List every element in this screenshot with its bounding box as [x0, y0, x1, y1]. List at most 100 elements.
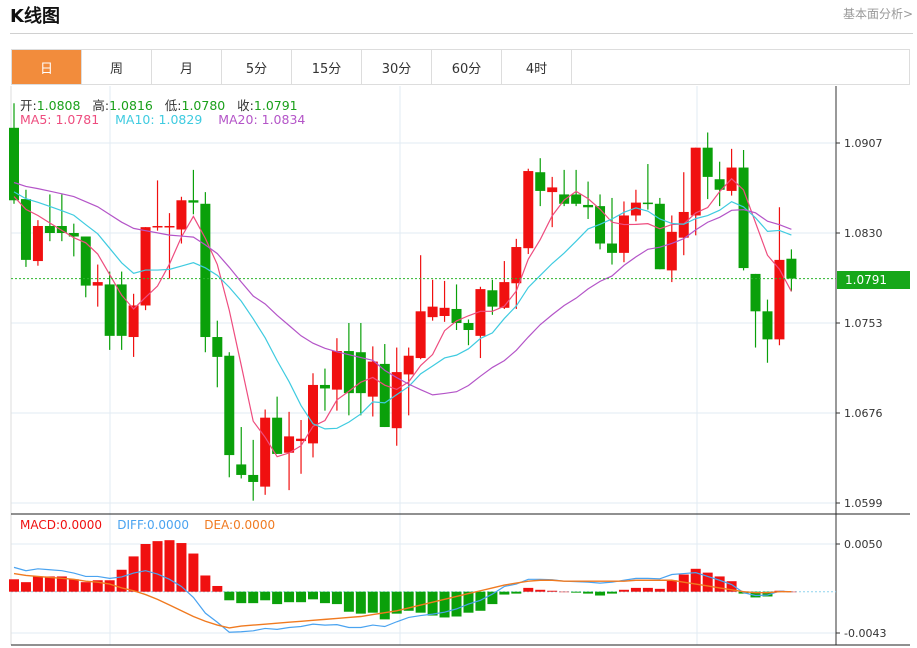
candle-body: [607, 243, 617, 253]
macd-bar: [571, 591, 582, 593]
macd-bar: [212, 585, 223, 592]
macd-tick-label: 0.0050: [844, 538, 883, 551]
candle-body: [702, 147, 713, 177]
candle: [762, 299, 773, 363]
candle: [535, 158, 546, 207]
candle: [463, 319, 474, 346]
macd-tick-label: -0.0043: [844, 627, 886, 640]
macd-bar: [583, 591, 594, 594]
open-value: 1.0808: [36, 98, 81, 113]
candle-body: [738, 167, 749, 269]
macd-bar: [200, 575, 211, 592]
price-tick-label: 1.0599: [844, 497, 883, 510]
candle: [200, 192, 211, 353]
candle: [750, 273, 761, 348]
ma5-value: MA5: 1.0781: [20, 112, 100, 127]
diff-value: DIFF:0.0000: [117, 518, 189, 532]
candle-body: [44, 225, 55, 233]
macd-readout: MACD:0.0000 DIFF:0.0000 DEA:0.0000: [20, 518, 275, 532]
candle-body: [308, 384, 318, 444]
open-label: 开:: [20, 98, 37, 113]
candle-body: [559, 194, 570, 204]
candle-body: [511, 247, 522, 284]
macd-bar: [32, 576, 43, 592]
candle: [427, 279, 438, 321]
candle: [702, 132, 713, 200]
candle-body: [403, 355, 414, 375]
candle: [714, 161, 725, 207]
candle-body: [499, 282, 510, 308]
candle-body: [20, 199, 31, 260]
candle-body: [439, 307, 450, 316]
candle: [56, 194, 67, 242]
candle: [523, 168, 534, 255]
candle-body: [32, 225, 43, 262]
macd-bar: [595, 591, 606, 596]
candle-body: [774, 259, 785, 340]
ma20-value: MA20: 1.0834: [218, 112, 306, 127]
price-tick-label: 1.0907: [844, 137, 883, 150]
candle-body: [80, 236, 91, 286]
kline-widget: K线图 基本面分析> 日 周 月 5分 15分 30分 60分 4时 1.090…: [0, 0, 917, 648]
macd-bar: [511, 591, 522, 594]
candle: [296, 420, 307, 474]
macd-bar: [68, 579, 79, 592]
price-tick-label: 1.0830: [844, 227, 883, 240]
candle: [128, 293, 139, 357]
candle: [607, 197, 617, 265]
macd-bar: [499, 591, 510, 595]
candle-body: [618, 215, 629, 253]
candle: [104, 271, 115, 350]
candle: [92, 264, 103, 307]
price-tick-label: 1.0676: [844, 407, 883, 420]
low-label: 低:: [164, 98, 182, 113]
macd-bar: [343, 591, 354, 612]
candle: [654, 197, 665, 270]
candle: [20, 189, 31, 267]
macd-bar: [415, 591, 426, 613]
candle: [248, 439, 259, 501]
macd-bar: [164, 540, 175, 592]
candle-body: [152, 225, 163, 228]
candle-body: [164, 225, 175, 228]
candle: [224, 352, 235, 478]
close-value: 1.0791: [253, 98, 298, 113]
candle-body: [415, 311, 426, 359]
candle: [272, 396, 283, 454]
price-tick-label: 1.0753: [844, 317, 883, 330]
candle: [212, 320, 223, 388]
candle: [571, 169, 582, 207]
candle: [355, 323, 366, 416]
macd-bar: [547, 590, 558, 592]
candle: [511, 238, 522, 309]
candle-body: [571, 194, 582, 204]
macd-bar: [367, 591, 378, 613]
candle: [319, 368, 330, 411]
macd-bar: [224, 591, 235, 601]
macd-bar: [379, 591, 390, 620]
candle-body: [535, 172, 546, 191]
macd-bar: [654, 588, 665, 592]
candle-body: [212, 337, 223, 357]
candle-body: [116, 284, 127, 336]
ma20-line: [13, 181, 792, 396]
macd-bar: [188, 553, 199, 592]
candle-body: [224, 355, 235, 456]
macd-bar: [296, 591, 307, 603]
candle: [583, 181, 594, 219]
macd-bar: [607, 591, 617, 594]
current-price-tag: 1.0791: [837, 271, 910, 289]
candle: [415, 255, 426, 360]
candle-body: [583, 204, 594, 208]
macd-bar: [20, 582, 31, 592]
candle: [116, 271, 127, 350]
candle: [260, 409, 271, 495]
macd-bar: [559, 591, 570, 593]
candle: [44, 194, 55, 242]
candle-body: [272, 417, 283, 454]
dea-value: DEA:0.0000: [204, 518, 276, 532]
macd-bar: [248, 591, 259, 604]
candle: [726, 148, 737, 196]
candle: [690, 147, 701, 236]
candle: [547, 176, 558, 228]
